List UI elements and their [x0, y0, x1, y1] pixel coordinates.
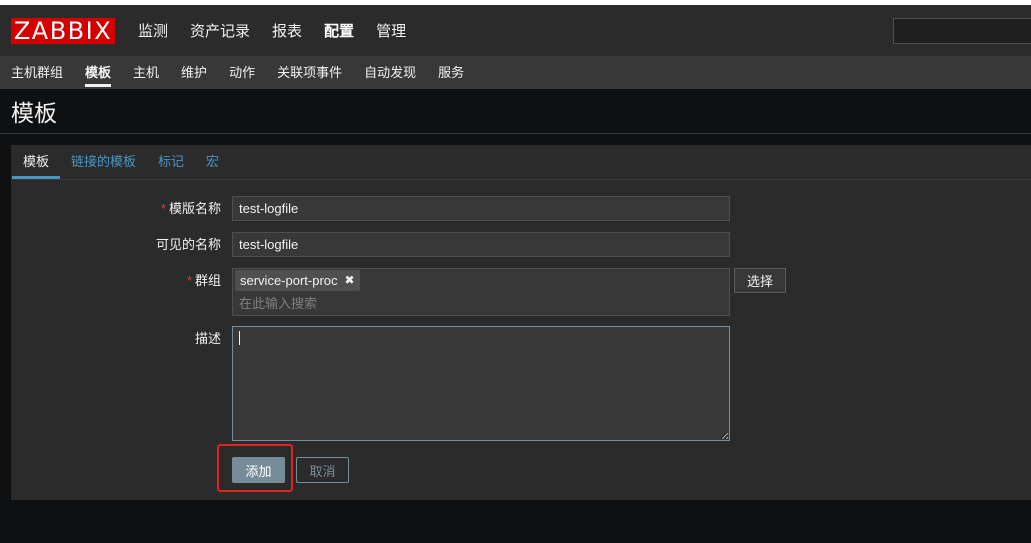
zabbix-logo[interactable]: ZABBIX: [11, 18, 115, 44]
top-header: ZABBIX 监测 资产记录 报表 配置 管理: [0, 5, 1031, 56]
cancel-button[interactable]: 取消: [296, 457, 349, 483]
tab-template[interactable]: 模板: [12, 145, 61, 179]
nav-monitoring[interactable]: 监测: [138, 20, 168, 41]
sub-nav-list: 主机群组 模板 主机 维护 动作 关联项事件 自动发现 服务: [11, 56, 464, 89]
groups-multiselect[interactable]: service-port-proc: [232, 268, 730, 316]
required-asterisk: *: [160, 201, 166, 216]
required-asterisk: *: [186, 273, 192, 288]
template-name-label-text: 模版名称: [168, 201, 221, 216]
groups-search-input[interactable]: [233, 292, 729, 314]
sub-nav: 主机群组 模板 主机 维护 动作 关联项事件 自动发现 服务: [0, 56, 1031, 89]
template-form-panel: 模板 链接的模板 标记 宏 *模版名称 可见的名称 *群组 service-po…: [11, 145, 1031, 500]
template-name-label: * 模版名称: [11, 196, 221, 221]
nav-administration[interactable]: 管理: [376, 20, 406, 41]
subnav-templates[interactable]: 模板: [85, 56, 112, 89]
visible-name-label-text: 可见的名称: [155, 237, 221, 252]
group-chip: service-port-proc: [235, 270, 360, 291]
nav-configuration[interactable]: 配置: [324, 20, 354, 41]
nav-reports[interactable]: 报表: [272, 20, 302, 41]
description-label: 描述: [11, 326, 221, 351]
add-button[interactable]: 添加: [232, 457, 285, 483]
close-icon[interactable]: [345, 270, 355, 291]
page-title: 模板: [11, 100, 57, 126]
subnav-maintenance[interactable]: 维护: [181, 56, 207, 89]
visible-name-input[interactable]: [232, 232, 730, 257]
visible-name-label: 可见的名称: [11, 232, 221, 257]
description-label-text: 描述: [194, 331, 221, 346]
title-divider: [0, 133, 1031, 134]
subnav-host-groups[interactable]: 主机群组: [11, 56, 63, 89]
select-groups-button[interactable]: 选择: [734, 268, 786, 293]
subnav-services[interactable]: 服务: [438, 56, 464, 89]
text-caret: [239, 331, 240, 345]
groups-label-text: 群组: [194, 273, 221, 288]
description-textarea[interactable]: [232, 326, 730, 441]
subnav-discovery[interactable]: 自动发现: [364, 56, 416, 89]
tabs-divider: [11, 179, 1031, 180]
groups-label: * 群组: [11, 268, 221, 293]
tab-macros[interactable]: 宏: [195, 145, 230, 179]
nav-inventory[interactable]: 资产记录: [190, 20, 250, 41]
tab-tags[interactable]: 标记: [147, 145, 195, 179]
group-chip-label: service-port-proc: [240, 273, 338, 288]
subnav-hosts[interactable]: 主机: [133, 56, 159, 89]
main-nav: 监测 资产记录 报表 配置 管理: [138, 5, 406, 56]
form-tabs: 模板 链接的模板 标记 宏: [12, 145, 230, 179]
template-name-input[interactable]: [232, 196, 730, 221]
subnav-event-correlation[interactable]: 关联项事件: [277, 56, 342, 89]
tab-linked-templates[interactable]: 链接的模板: [60, 145, 147, 179]
header-search-input[interactable]: [893, 18, 1031, 44]
subnav-actions[interactable]: 动作: [229, 56, 255, 89]
